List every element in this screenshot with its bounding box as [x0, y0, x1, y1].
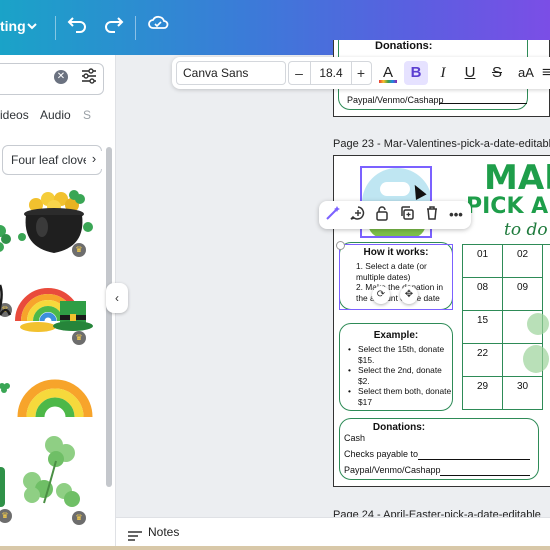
text-color-letter: A — [382, 64, 393, 81]
crown-icon: ♛ — [72, 511, 86, 525]
list-item: • Select the 15th, donate $15. — [348, 344, 445, 365]
list-item: • Select the 2nd, donate $2. — [348, 365, 442, 386]
paypal-label: Paypal/Venmo/Cashapp — [344, 465, 441, 475]
example-list: • Select the 15th, donate $15. • Select th… — [348, 344, 452, 407]
fill-in-line — [440, 475, 530, 476]
checks-label: Checks payable to — [344, 449, 419, 459]
font-size-stepper: – 18.4 + — [288, 61, 372, 85]
underline-button[interactable]: U — [458, 61, 482, 85]
pick-a-date-title[interactable]: PICK A D — [466, 194, 550, 219]
elements-side-panel: ✕ ideos Audio S Four leaf clove › ♛ ♛ ♛ … — [0, 55, 116, 550]
notes-icon[interactable] — [128, 528, 142, 541]
clover-decoration — [523, 345, 549, 373]
how-it-works-title: How it works: — [363, 247, 429, 258]
text-format-toolbar: Canva Sans – 18.4 + A B I U S aA ≡ — [172, 57, 550, 89]
list-item: 2. Make the donation in the amount of th… — [356, 282, 444, 303]
mode-menu-label[interactable]: ting — [0, 18, 26, 34]
strikethrough-button[interactable]: S — [485, 61, 509, 85]
sliders-icon[interactable] — [80, 67, 98, 85]
notes-button[interactable]: Notes — [148, 525, 179, 539]
date-cell[interactable]: 02 — [503, 245, 543, 278]
more-icon[interactable]: ••• — [446, 205, 466, 225]
list-item: 1. Select a date (or multiple dates) — [356, 261, 427, 282]
redo-icon[interactable] — [100, 13, 128, 41]
rainbow-arch-sticker[interactable] — [16, 359, 94, 424]
page-title[interactable]: Page 23 - Mar-Valentines-pick-a-date-edi… — [333, 138, 550, 150]
panel-scrollbar[interactable] — [106, 147, 112, 487]
align-button[interactable]: ≡ — [542, 61, 550, 85]
clover-decoration — [527, 313, 549, 335]
clover-cluster-sticker[interactable] — [20, 433, 90, 518]
list-item: • Select them both, donate $17 — [348, 386, 452, 407]
how-it-works-box[interactable]: How it works: 1. Select a date (or multi… — [339, 242, 453, 310]
comment-icon[interactable] — [348, 205, 368, 225]
green-swirl-sticker[interactable] — [0, 211, 14, 276]
small-clover-sticker[interactable] — [0, 381, 12, 402]
cloud-saved-icon[interactable] — [144, 13, 172, 41]
chevron-down-icon[interactable] — [26, 14, 38, 41]
lock-icon[interactable] — [372, 205, 392, 225]
duplicate-icon[interactable] — [397, 205, 417, 225]
text-color-button[interactable]: A — [376, 61, 400, 85]
chevron-left-icon[interactable]: ‹ — [106, 283, 128, 313]
tab-audio[interactable]: Audio — [40, 108, 71, 122]
undo-icon[interactable] — [63, 13, 91, 41]
date-cell[interactable]: 22 — [463, 344, 503, 377]
move-icon[interactable]: ✥ — [400, 286, 418, 304]
date-grid: 01 02 08 09 15 22 29 30 — [462, 244, 550, 410]
fill-in-line — [418, 459, 530, 460]
font-size-input[interactable]: 18.4 — [310, 62, 352, 84]
resize-handle[interactable] — [336, 241, 345, 250]
magic-write-icon[interactable] — [323, 205, 343, 225]
example-box[interactable]: Example: • Select the 15th, donate $15. •… — [339, 323, 453, 411]
clear-icon[interactable]: ✕ — [54, 70, 68, 84]
rotate-icon[interactable]: ⟳ — [372, 286, 390, 304]
toolbar-divider — [135, 16, 136, 40]
fill-in-line — [439, 103, 527, 104]
example-title: Example: — [373, 330, 419, 341]
paypal-line: Paypal/Venmo/Cashapp — [347, 95, 444, 105]
date-cell[interactable]: 01 — [463, 245, 503, 278]
bold-button[interactable]: B — [404, 61, 428, 85]
italic-button[interactable]: I — [431, 61, 455, 85]
cash-label: Cash — [344, 433, 366, 443]
donations-box[interactable]: Donations: Cash Checks payable to Paypal… — [339, 418, 539, 480]
donations-title: Donations: — [372, 422, 426, 433]
letter-case-button[interactable]: aA — [514, 61, 538, 85]
toolbar-divider — [55, 16, 56, 40]
date-cell[interactable]: 30 — [503, 377, 543, 410]
color-swatch-bar — [379, 80, 397, 83]
next-page-title[interactable]: Page 24 - April-Easter-pick-a-date-edita… — [333, 509, 550, 517]
month-title[interactable]: MAR — [484, 158, 550, 198]
date-cell[interactable]: 08 — [463, 278, 503, 311]
element-context-toolbar: ••• — [319, 201, 471, 229]
trash-icon[interactable] — [422, 205, 442, 225]
crown-icon: ♛ — [0, 509, 12, 523]
increase-size-button[interactable]: + — [352, 62, 370, 84]
chevron-right-icon[interactable]: › — [86, 151, 102, 169]
tab-videos[interactable]: ideos — [0, 108, 29, 122]
date-cell[interactable]: 15 — [463, 311, 503, 344]
to-do-subtitle: to do — [504, 220, 548, 240]
date-cell[interactable]: 29 — [463, 377, 503, 410]
tab-next[interactable]: S — [83, 108, 91, 122]
font-family-select[interactable]: Canva Sans — [176, 61, 286, 85]
crown-icon: ♛ — [72, 331, 86, 345]
asset-grid: ♛ ♛ ♛ ♛ ♛ — [0, 183, 104, 550]
donations-title: Donations: — [375, 40, 433, 52]
how-it-works-list: 1. Select a date (or multiple dates) 2. … — [346, 261, 452, 303]
desktop-edge — [0, 546, 550, 550]
decrease-size-button[interactable]: – — [290, 62, 308, 84]
crown-icon: ♛ — [72, 243, 86, 257]
date-cell[interactable]: 09 — [503, 278, 543, 311]
cloud-shape — [380, 182, 410, 196]
